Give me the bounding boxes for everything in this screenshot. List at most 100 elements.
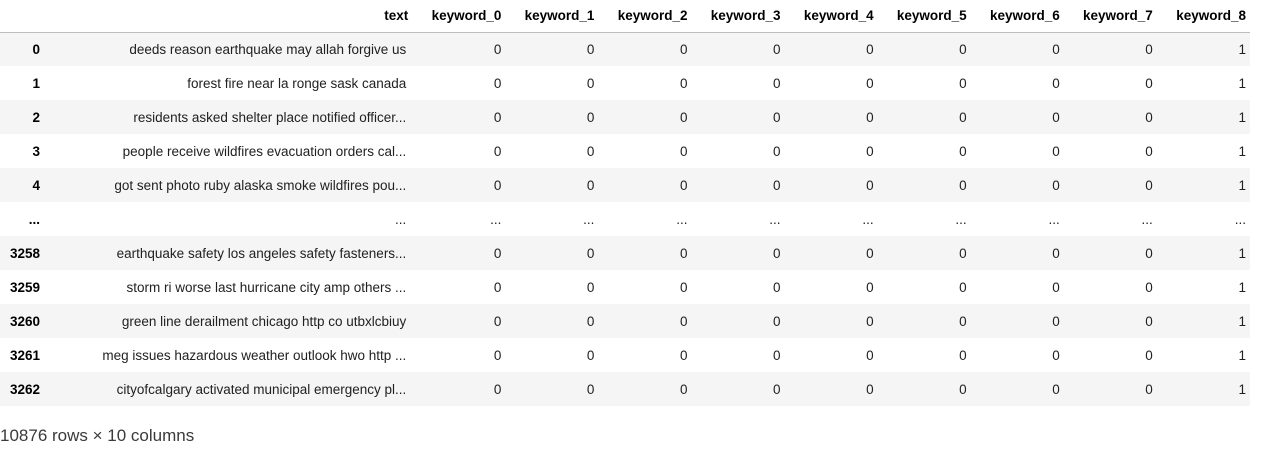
keyword-cell: 0: [493, 381, 502, 397]
table-row: 3 people receive wildfires evacuation ord…: [0, 134, 1250, 168]
keyword-cell: 0: [773, 381, 781, 397]
column-header: keyword_0: [412, 0, 506, 33]
keyword-cell: 0: [1145, 245, 1153, 261]
keyword-cell: 0: [679, 41, 688, 57]
text-cell: forest fire near la ronge sask canada: [187, 75, 407, 91]
keyword-cell: 0: [679, 245, 688, 261]
row-index: ...: [28, 211, 41, 227]
keyword-cell: 0: [679, 75, 688, 91]
keyword-cell: 0: [493, 41, 502, 57]
keyword-cell: 0: [493, 75, 502, 91]
row-index: 3258: [9, 245, 41, 261]
table-header: text keyword_0 keyword_1 keyword_2 keyword_3…: [0, 0, 1250, 33]
keyword-cell: 0: [866, 41, 874, 57]
table-row: 3258 earthquake safety los angeles safety…: [0, 236, 1250, 270]
keyword-cell: 0: [493, 109, 502, 125]
text-cell: deeds reason earthquake may allah forgiv…: [129, 41, 407, 57]
column-header: keyword_6: [970, 0, 1064, 33]
keyword-cell: 1: [1238, 347, 1246, 363]
keyword-cell: 1: [1238, 279, 1246, 295]
keyword-cell: 0: [1145, 313, 1153, 329]
keyword-cell: 0: [1052, 279, 1060, 295]
keyword-cell: 0: [1145, 381, 1153, 397]
keyword-cell: ...: [583, 211, 595, 227]
keyword-cell: 0: [959, 41, 967, 57]
column-header: text: [52, 0, 413, 33]
keyword-cell: 0: [679, 143, 688, 159]
table-row: 3262 cityofcalgary activated municipal em…: [0, 372, 1250, 406]
keyword-cell: 0: [586, 75, 595, 91]
table-row: 4 got sent photo ruby alaska smoke wildfi…: [0, 168, 1250, 202]
keyword-cell: 0: [1145, 347, 1153, 363]
row-index: 3261: [9, 347, 41, 363]
column-header: keyword_1: [505, 0, 599, 33]
row-index: 1: [32, 75, 41, 91]
keyword-cell: ...: [676, 211, 688, 227]
dataframe-table: text keyword_0 keyword_1 keyword_2 keyword_3…: [0, 0, 1250, 406]
keyword-cell: 0: [866, 75, 874, 91]
keyword-cell: 0: [679, 313, 688, 329]
keyword-cell: 0: [586, 279, 595, 295]
keyword-cell: ...: [1048, 211, 1060, 227]
keyword-cell: 0: [586, 313, 595, 329]
keyword-cell: 0: [959, 279, 967, 295]
table-row: 3260 green line derailment chicago http c…: [0, 304, 1250, 338]
text-cell: earthquake safety los angeles safety fas…: [116, 245, 407, 261]
keyword-cell: 0: [773, 75, 781, 91]
keyword-cell: 0: [1052, 109, 1060, 125]
keyword-cell: 0: [586, 381, 595, 397]
keyword-cell: 1: [1238, 41, 1246, 57]
keyword-cell: 0: [773, 347, 781, 363]
keyword-cell: 0: [1145, 177, 1153, 193]
keyword-cell: 0: [773, 109, 781, 125]
keyword-cell: 0: [679, 347, 688, 363]
row-index: 3: [32, 143, 41, 159]
keyword-cell: 0: [959, 143, 967, 159]
keyword-cell: 0: [1052, 313, 1060, 329]
keyword-cell: 0: [679, 109, 688, 125]
keyword-cell: 0: [586, 109, 595, 125]
row-index: 3259: [9, 279, 41, 295]
keyword-cell: 0: [773, 177, 781, 193]
text-cell: got sent photo ruby alaska smoke wildfir…: [114, 177, 407, 193]
keyword-cell: 0: [866, 109, 874, 125]
keyword-cell: 0: [679, 279, 688, 295]
keyword-cell: 0: [1145, 279, 1153, 295]
keyword-cell: 0: [773, 279, 781, 295]
column-header: keyword_2: [598, 0, 692, 33]
keyword-cell: 0: [1145, 109, 1153, 125]
keyword-cell: ...: [1141, 211, 1153, 227]
keyword-cell: 0: [866, 381, 874, 397]
keyword-cell: 0: [866, 143, 874, 159]
keyword-cell: 0: [773, 143, 781, 159]
keyword-cell: 0: [773, 313, 781, 329]
keyword-cell: 0: [493, 279, 502, 295]
keyword-cell: 1: [1238, 245, 1246, 261]
keyword-cell: 1: [1238, 75, 1246, 91]
keyword-cell: 0: [959, 75, 967, 91]
keyword-cell: 0: [1052, 75, 1060, 91]
keyword-cell: 0: [866, 279, 874, 295]
keyword-cell: 0: [773, 41, 781, 57]
row-index: 2: [32, 109, 41, 125]
keyword-cell: 0: [959, 347, 967, 363]
dataframe-output: text keyword_0 keyword_1 keyword_2 keyword_3…: [0, 0, 1268, 445]
keyword-cell: 0: [679, 177, 688, 193]
keyword-cell: 0: [586, 245, 595, 261]
table-row: 2 residents asked shelter place notified …: [0, 100, 1250, 134]
keyword-cell: ...: [862, 211, 874, 227]
shape-summary: 10876 rows × 10 columns: [0, 426, 195, 445]
row-index: 4: [32, 177, 41, 193]
keyword-cell: ...: [490, 211, 502, 227]
keyword-cell: 0: [959, 381, 967, 397]
row-index: 3260: [9, 313, 41, 329]
table-row: 1 forest fire near la ronge sask canada 0 0…: [0, 66, 1250, 100]
keyword-cell: 0: [586, 143, 595, 159]
keyword-cell: 0: [1145, 143, 1153, 159]
keyword-cell: 0: [586, 347, 595, 363]
column-header: keyword_3: [691, 0, 785, 33]
keyword-cell: 0: [493, 313, 502, 329]
table-row: .................................: [0, 202, 1250, 236]
keyword-cell: 0: [1052, 177, 1060, 193]
text-cell: meg issues hazardous weather outlook hwo…: [102, 347, 407, 363]
